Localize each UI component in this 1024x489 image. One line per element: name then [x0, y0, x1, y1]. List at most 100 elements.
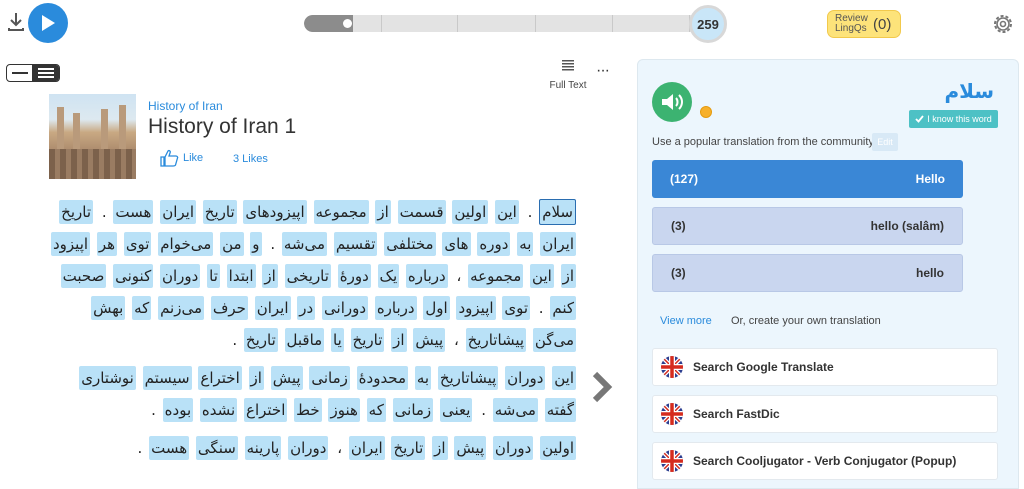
word[interactable]: دورهٔ [337, 264, 371, 288]
word[interactable]: از [375, 200, 391, 224]
pronounce-button[interactable] [652, 82, 692, 122]
word[interactable]: هر [96, 232, 118, 256]
word[interactable]: از [391, 328, 407, 352]
download-icon[interactable] [6, 11, 26, 33]
word[interactable]: پیش [413, 328, 446, 352]
word[interactable]: صحبت [60, 264, 107, 288]
word[interactable]: ماقبل [284, 328, 325, 352]
word[interactable]: کنم [550, 296, 576, 320]
like-button[interactable]: Like [159, 149, 203, 167]
word[interactable]: توی [502, 296, 530, 320]
word[interactable]: مجموعه [313, 200, 369, 224]
page-view-icon[interactable] [32, 65, 59, 81]
word[interactable]: زمانی [309, 366, 350, 390]
word[interactable]: به [517, 232, 534, 256]
word[interactable]: تاریخ [202, 200, 237, 224]
word[interactable]: تاریخ [391, 436, 426, 460]
word[interactable]: دوره [477, 232, 511, 256]
word[interactable]: سنگی [195, 436, 238, 460]
word[interactable]: تاریخی [284, 264, 331, 288]
word[interactable]: نشده [199, 398, 238, 422]
word[interactable]: توی [123, 232, 152, 256]
word[interactable]: درباره [405, 264, 448, 288]
word[interactable]: یا [331, 328, 344, 352]
word[interactable]: از [560, 264, 576, 288]
word[interactable]: مجموعه [468, 264, 524, 288]
course-link[interactable]: History of Iran [148, 99, 223, 113]
word[interactable]: حرف [210, 296, 248, 320]
word[interactable]: این [530, 264, 554, 288]
word[interactable]: تاریخ [243, 328, 278, 352]
word[interactable]: گفته [544, 398, 576, 422]
word[interactable]: ابتدا [226, 264, 256, 288]
word[interactable]: سیستم [142, 366, 192, 390]
likes-count[interactable]: 3 Likes [233, 153, 268, 165]
word[interactable]: نوشتاری [79, 366, 136, 390]
word[interactable]: تقسیم [333, 232, 378, 256]
word[interactable]: می‌خوام [158, 232, 214, 256]
word[interactable]: پیش [270, 366, 303, 390]
translation-option[interactable]: (127) Hello [652, 160, 963, 198]
word[interactable]: اول [423, 296, 450, 320]
search-cooljugator[interactable]: Search Cooljugator - Verb Conjugator (Po… [652, 442, 998, 480]
edit-button[interactable]: Edit [872, 133, 898, 151]
gear-icon[interactable] [991, 12, 1015, 36]
review-lingqs-button[interactable]: Review LingQs (0) [827, 10, 901, 38]
search-fastdic[interactable]: Search FastDic [652, 395, 998, 433]
word[interactable]: اختراع [244, 398, 288, 422]
word[interactable]: مختلفی [384, 232, 436, 256]
word[interactable]: می‌شه [281, 232, 328, 256]
selected-word[interactable]: سلام [539, 199, 576, 225]
word[interactable]: ایران [160, 200, 196, 224]
word[interactable]: که [132, 296, 152, 320]
sentence-view-icon[interactable] [7, 65, 32, 81]
view-more-link[interactable]: View more [660, 315, 712, 327]
translation-option[interactable]: (3) hello (salâm) [652, 207, 963, 245]
word[interactable]: از [432, 436, 448, 460]
create-own-translation[interactable]: Or, create your own translation [731, 315, 881, 327]
word[interactable]: تاریخ [59, 200, 94, 224]
word[interactable]: دوران [288, 436, 329, 460]
word[interactable]: تاریخ [350, 328, 385, 352]
word[interactable]: بوده [162, 398, 194, 422]
word[interactable]: به [414, 366, 432, 390]
word[interactable]: دورانی [322, 296, 369, 320]
word[interactable]: های [442, 232, 471, 256]
word[interactable]: دوران [492, 436, 534, 460]
word[interactable]: اپیزود [456, 296, 496, 320]
word[interactable]: ایران [254, 296, 291, 320]
search-google-translate[interactable]: Search Google Translate [652, 348, 998, 386]
word[interactable]: می‌زنم [158, 296, 205, 320]
word[interactable]: اولین [452, 200, 489, 224]
word[interactable]: زمانی [392, 398, 434, 422]
word[interactable]: یعنی [439, 398, 473, 422]
word[interactable]: هست [113, 200, 154, 224]
word[interactable]: پیش [454, 436, 487, 460]
full-text-button[interactable]: Full Text [546, 59, 590, 91]
word[interactable]: و [250, 232, 262, 256]
word[interactable]: اولین [540, 436, 576, 460]
word[interactable]: تا [207, 264, 220, 288]
view-toggle[interactable] [6, 64, 60, 82]
word[interactable]: خط [294, 398, 322, 422]
chevron-right-icon[interactable] [590, 370, 614, 404]
word[interactable]: این [495, 200, 519, 224]
word[interactable]: من [220, 232, 244, 256]
more-icon[interactable]: ··· [596, 62, 610, 80]
word[interactable]: اپیزودهای [243, 200, 307, 224]
word[interactable]: اختراع [198, 366, 242, 390]
word[interactable]: از [248, 366, 264, 390]
word[interactable]: می‌شه [492, 398, 538, 422]
word[interactable]: محدودهٔ [356, 366, 409, 390]
play-button[interactable] [28, 3, 68, 43]
word[interactable]: اپیزود [50, 232, 91, 256]
word[interactable]: که [366, 398, 386, 422]
word[interactable]: دوران [160, 264, 201, 288]
word[interactable]: ایران [348, 436, 385, 460]
word[interactable]: بهش [91, 296, 126, 320]
word[interactable]: قسمت [397, 200, 446, 224]
know-word-button[interactable]: I know this word [909, 110, 998, 128]
word[interactable]: در [297, 296, 316, 320]
word[interactable]: کنونی [113, 264, 154, 288]
word[interactable]: پارینه [244, 436, 282, 460]
